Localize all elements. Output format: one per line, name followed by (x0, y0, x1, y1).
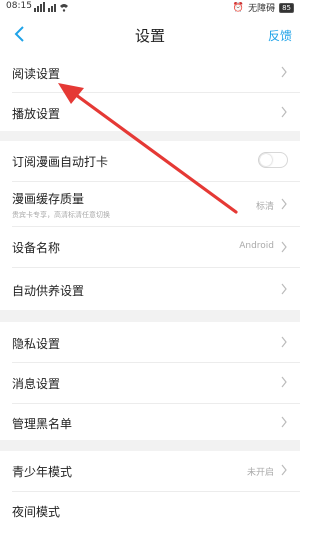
chevron-right-icon (281, 106, 287, 118)
cache-quality-label: 漫画缓存质量 (12, 192, 85, 206)
message-settings-label: 消息设置 (12, 377, 61, 391)
section-gap (0, 440, 300, 451)
chevron-right-icon (281, 241, 287, 253)
youth-mode-row[interactable]: 青少年模式 未开启 (0, 451, 300, 491)
playback-settings-label: 播放设置 (12, 107, 61, 121)
device-name-value: Android (239, 241, 274, 251)
chevron-right-icon (281, 198, 287, 210)
cache-quality-value: 标清 (255, 202, 274, 212)
night-mode-row[interactable]: 夜间模式 (0, 492, 300, 533)
message-settings-row[interactable]: 消息设置 (0, 363, 300, 403)
auto-checkin-toggle[interactable] (258, 152, 288, 168)
youth-mode-label: 青少年模式 (12, 465, 73, 479)
status-right: ⏰ 无障碍 85 (233, 1, 294, 14)
section-gap (0, 131, 300, 141)
status-bar: 08:15 ⏰ 无障碍 85 (0, 0, 300, 14)
device-name-row[interactable]: 设备名称 Android (0, 227, 300, 267)
auto-checkin-label: 订阅漫画自动打卡 (12, 155, 109, 169)
device-name-label: 设备名称 (12, 241, 61, 255)
blacklist-label: 管理黑名单 (12, 417, 73, 431)
youth-mode-value: 未开启 (246, 468, 274, 478)
chevron-right-icon (281, 464, 287, 476)
auto-feed-label: 自动供养设置 (12, 284, 85, 298)
night-mode-label: 夜间模式 (12, 505, 61, 519)
reading-settings-row[interactable]: 阅读设置 (0, 52, 300, 92)
nav-bar: 设置 反馈 (0, 14, 300, 54)
alarm-icon: ⏰ (232, 2, 245, 13)
status-time: 08:15 (6, 1, 32, 11)
battery-indicator: 85 (279, 2, 294, 13)
privacy-settings-label: 隐私设置 (12, 337, 61, 351)
cache-quality-subtitle: 贵宾卡专享，高清标清任意切换 (12, 211, 110, 219)
chevron-right-icon (281, 283, 287, 295)
page-title: 设置 (134, 27, 165, 45)
blacklist-row[interactable]: 管理黑名单 (0, 404, 300, 440)
feedback-button[interactable]: 反馈 (268, 27, 292, 44)
reading-settings-label: 阅读设置 (12, 67, 61, 81)
auto-feed-row[interactable]: 自动供养设置 (0, 268, 300, 310)
network-label: 无障碍 (248, 4, 276, 14)
toggle-knob (260, 154, 272, 166)
privacy-settings-row[interactable]: 隐私设置 (0, 322, 300, 362)
playback-settings-row[interactable]: 播放设置 (0, 93, 300, 131)
chevron-right-icon (281, 416, 287, 428)
cache-quality-row[interactable]: 漫画缓存质量 贵宾卡专享，高清标清任意切换 标清 (0, 182, 300, 226)
chevron-right-icon (281, 376, 287, 388)
section-gap (0, 310, 300, 322)
signal-icon (34, 2, 68, 12)
chevron-right-icon (281, 66, 287, 78)
chevron-right-icon (281, 336, 287, 348)
auto-checkin-row: 订阅漫画自动打卡 (0, 141, 300, 181)
